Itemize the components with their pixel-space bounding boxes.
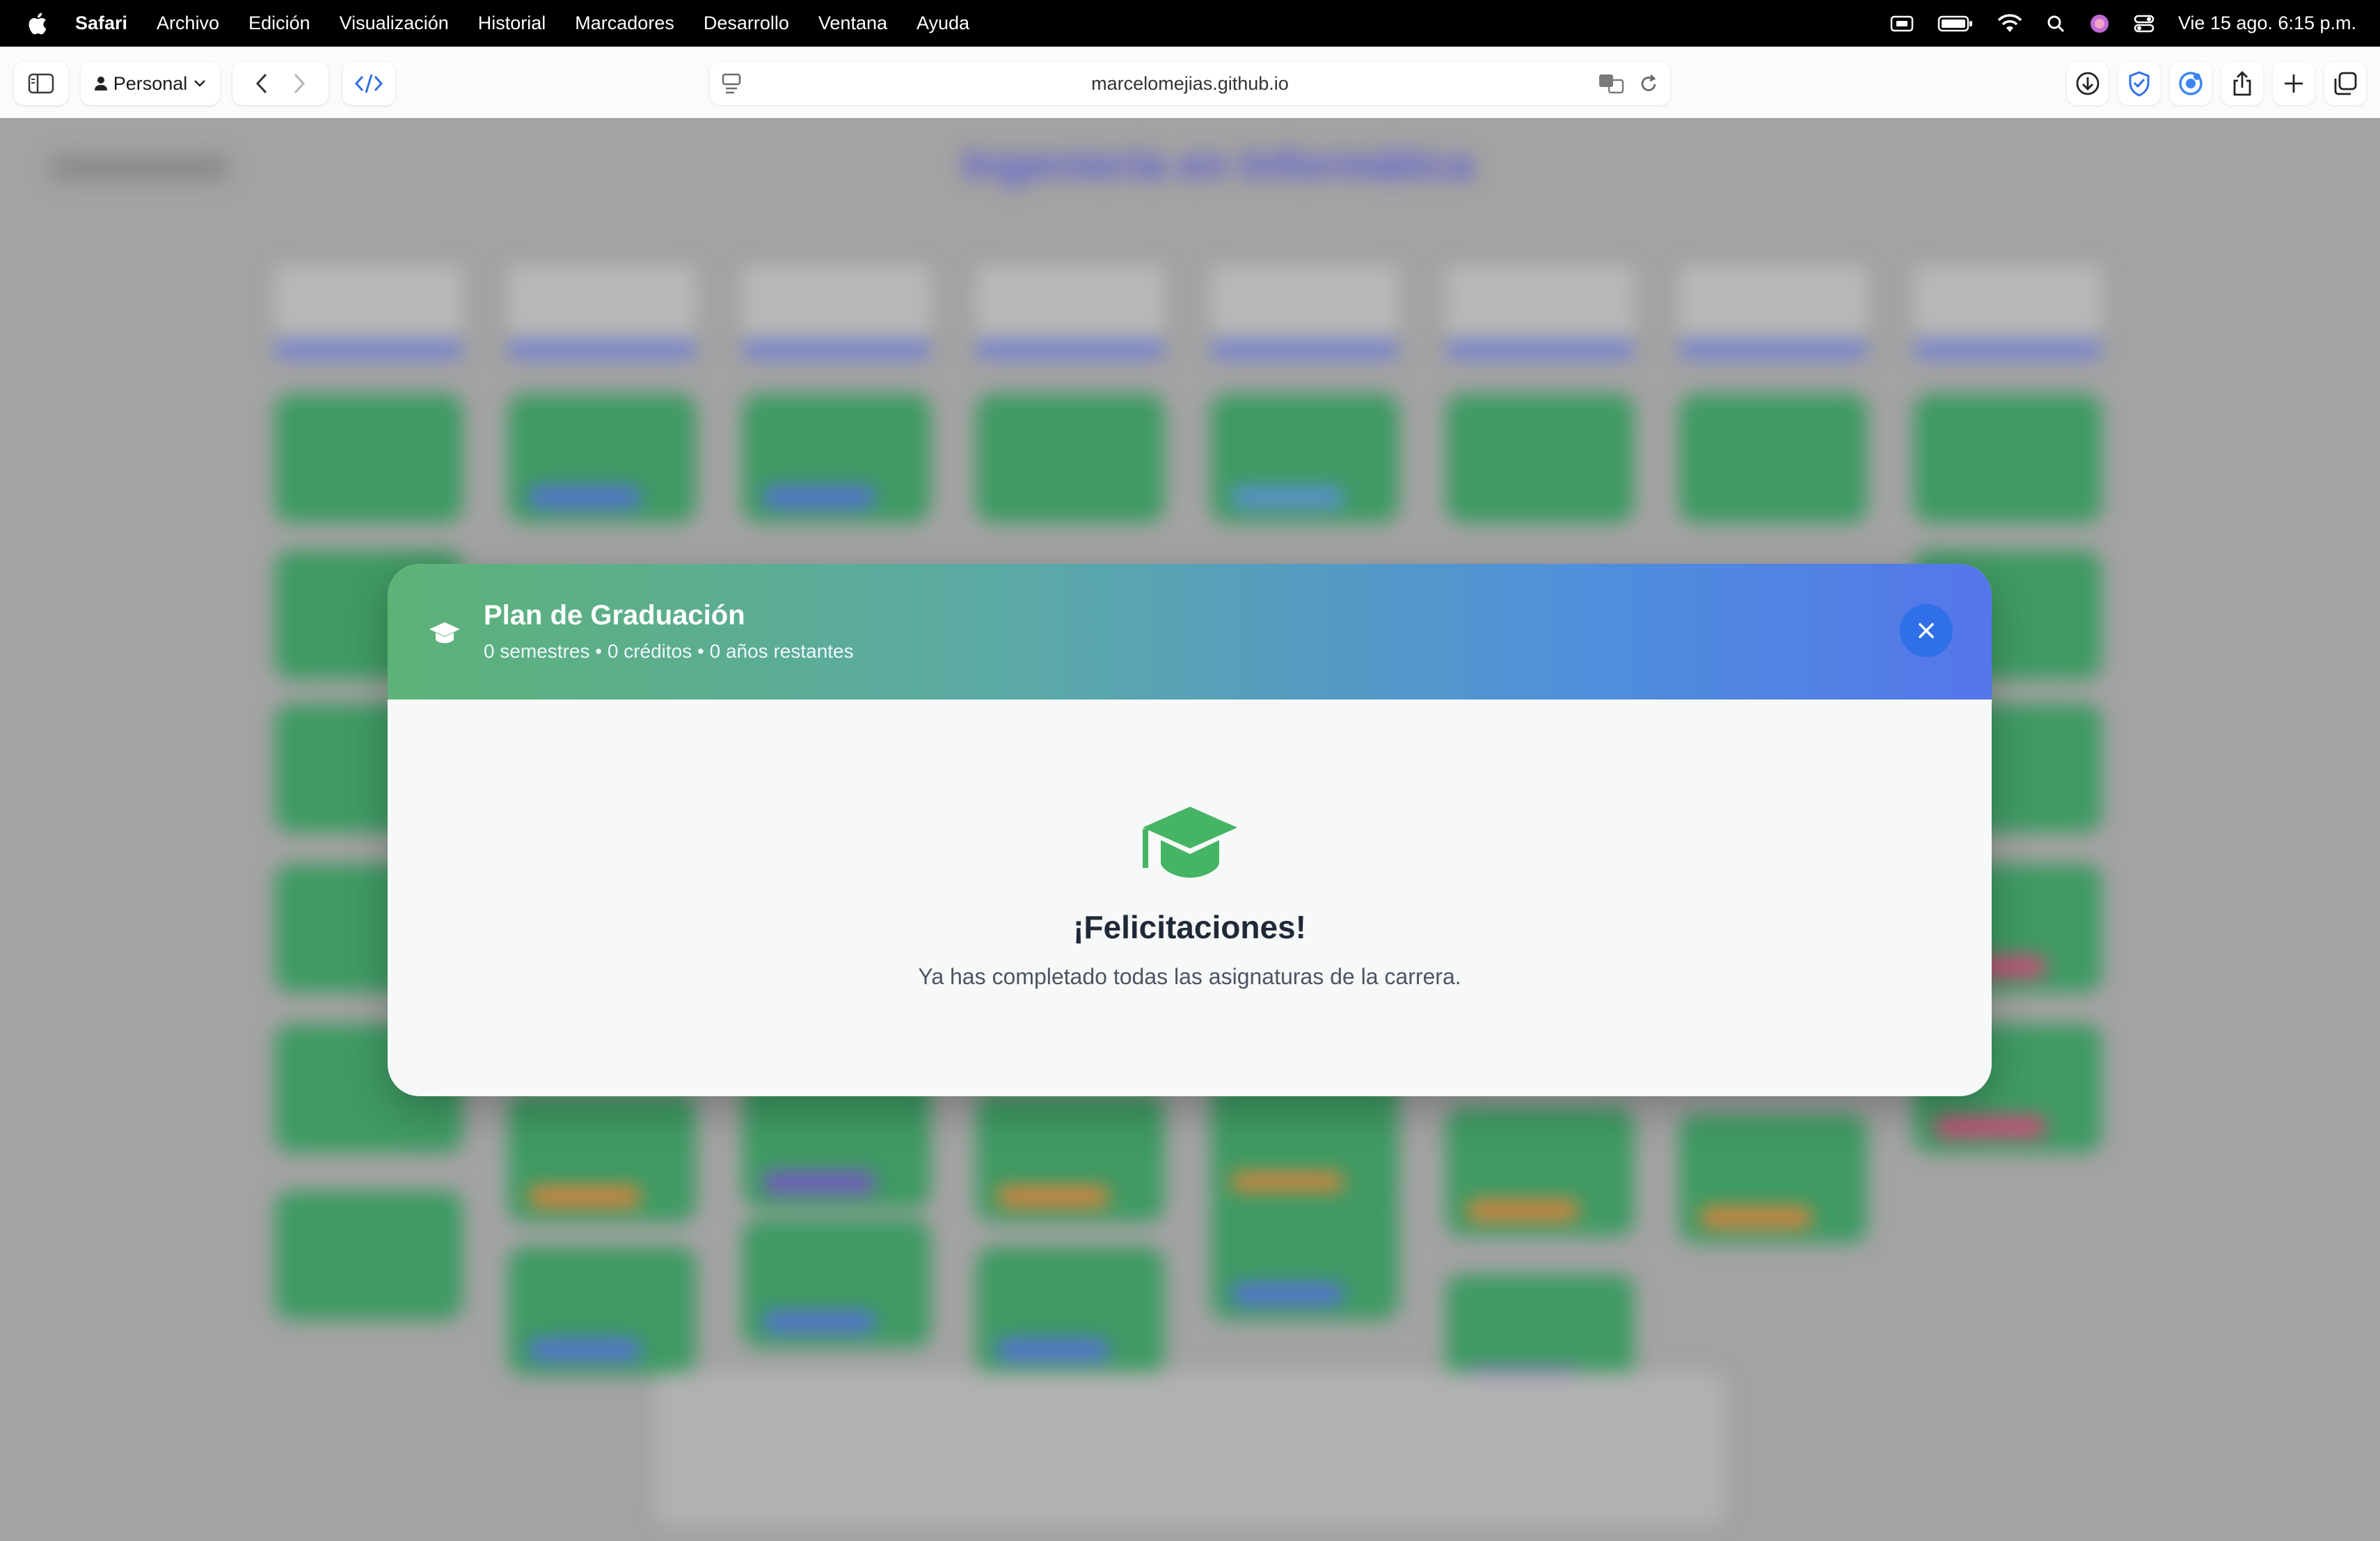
- tabs-overview-icon: [2334, 72, 2357, 95]
- reload-icon[interactable]: [1638, 72, 1659, 95]
- extension-blue-button[interactable]: [2170, 62, 2212, 105]
- address-bar[interactable]: marcelomejias.github.io: [710, 62, 1670, 105]
- graduation-cap-large-icon: [1143, 807, 1237, 878]
- semester-column: [1446, 265, 1634, 357]
- semester-column: [1914, 265, 2102, 357]
- clock[interactable]: Vie 15 ago. 6:15 p.m.: [2178, 13, 2356, 34]
- course-card: [743, 394, 930, 523]
- modal-subtitle: 0 semestres • 0 créditos • 0 años restan…: [484, 640, 854, 662]
- close-button[interactable]: [1900, 604, 1953, 657]
- code-brackets-icon: [354, 74, 383, 93]
- course-card: [1914, 394, 2102, 523]
- forward-arrow-icon[interactable]: [292, 72, 306, 95]
- page-title: Ingeniería en Informática: [962, 141, 1473, 189]
- course-card: [508, 1247, 696, 1375]
- menu-ayuda[interactable]: Ayuda: [917, 13, 969, 34]
- close-icon: [1919, 623, 1934, 638]
- graduation-cap-icon: [429, 622, 460, 643]
- course-card: [1211, 394, 1399, 523]
- spotlight-search-icon[interactable]: [2046, 14, 2065, 33]
- menu-edicion[interactable]: Edición: [248, 13, 310, 34]
- wifi-icon[interactable]: [1997, 13, 2022, 33]
- url-text: marcelomejias.github.io: [1091, 72, 1289, 94]
- apple-logo-icon[interactable]: [26, 12, 47, 35]
- person-icon: [94, 77, 107, 90]
- course-card: [976, 394, 1164, 523]
- course-card: [743, 1219, 930, 1348]
- control-center-icon[interactable]: [2134, 14, 2155, 33]
- course-card: [508, 394, 696, 523]
- congratulations-message: Ya has completado todas las asignaturas …: [918, 964, 1461, 989]
- course-card: [508, 1093, 696, 1222]
- course-card: [275, 1191, 463, 1320]
- graduation-plan-modal: Plan de Graduación 0 semestres • 0 crédi…: [388, 564, 1992, 1096]
- new-tab-button[interactable]: [2273, 62, 2315, 105]
- shield-check-icon: [2129, 71, 2150, 97]
- battery-icon[interactable]: [1937, 15, 1974, 33]
- siri-icon[interactable]: [2089, 13, 2110, 34]
- toolbar-right-actions: [2067, 62, 2366, 105]
- menu-historial[interactable]: Historial: [478, 13, 546, 34]
- navigation-buttons: [232, 62, 328, 105]
- web-inspector-button[interactable]: [342, 62, 395, 105]
- tab-overview-button[interactable]: [2324, 62, 2366, 105]
- keyboard-input-icon[interactable]: [1890, 15, 1914, 33]
- app-name-menu[interactable]: Safari: [75, 13, 127, 34]
- profile-selector[interactable]: Personal: [81, 62, 220, 105]
- extension-icon: [2179, 72, 2203, 95]
- course-card: [743, 1080, 930, 1208]
- menu-archivo[interactable]: Archivo: [157, 13, 219, 34]
- menu-visualizacion[interactable]: Visualización: [340, 13, 449, 34]
- back-link: [49, 154, 230, 182]
- semester-column: [1211, 265, 1399, 357]
- chevron-down-icon: [194, 80, 206, 87]
- course-card: [976, 1093, 1164, 1222]
- download-icon: [2076, 72, 2100, 95]
- course-card: [275, 394, 463, 523]
- plus-icon: [2285, 74, 2303, 93]
- address-actions: [1598, 72, 1659, 95]
- semester-column: [743, 265, 930, 357]
- modal-header: Plan de Graduación 0 semestres • 0 crédi…: [388, 564, 1992, 700]
- sidebar-toggle-button[interactable]: [14, 62, 68, 105]
- course-card: [1211, 1080, 1399, 1208]
- browser-toolbar: Personal marcelomejias.github.io: [0, 47, 2380, 118]
- downloads-button[interactable]: [2067, 62, 2109, 105]
- sidebar-icon: [28, 73, 54, 94]
- semester-column: [275, 265, 463, 357]
- menu-bar: Safari Archivo Edición Visualización His…: [0, 0, 2380, 47]
- extension-shield-button[interactable]: [2118, 62, 2160, 105]
- modal-title: Plan de Graduación: [484, 600, 745, 631]
- share-button[interactable]: [2221, 62, 2263, 105]
- translate-icon[interactable]: [1598, 72, 1626, 95]
- share-icon: [2233, 71, 2251, 96]
- page-menu-icon[interactable]: [721, 72, 742, 95]
- course-card: [976, 1247, 1164, 1375]
- profile-label: Personal: [113, 72, 188, 94]
- congratulations-title: ¡Felicitaciones!: [1073, 909, 1306, 945]
- course-card: [1679, 1114, 1867, 1243]
- course-card: [1446, 1107, 1634, 1236]
- semester-column: [508, 265, 696, 357]
- semester-column: [976, 265, 1164, 357]
- course-card: [1679, 394, 1867, 523]
- legend-bar: [654, 1372, 1726, 1525]
- menu-marcadores[interactable]: Marcadores: [575, 13, 674, 34]
- back-arrow-icon[interactable]: [255, 72, 269, 95]
- menu-ventana[interactable]: Ventana: [818, 13, 887, 34]
- menu-desarrollo[interactable]: Desarrollo: [704, 13, 789, 34]
- course-card: [1211, 1191, 1399, 1320]
- course-card: [1446, 394, 1634, 523]
- modal-body: ¡Felicitaciones! Ya has completado todas…: [388, 700, 1992, 1096]
- semester-column: [1679, 265, 1867, 357]
